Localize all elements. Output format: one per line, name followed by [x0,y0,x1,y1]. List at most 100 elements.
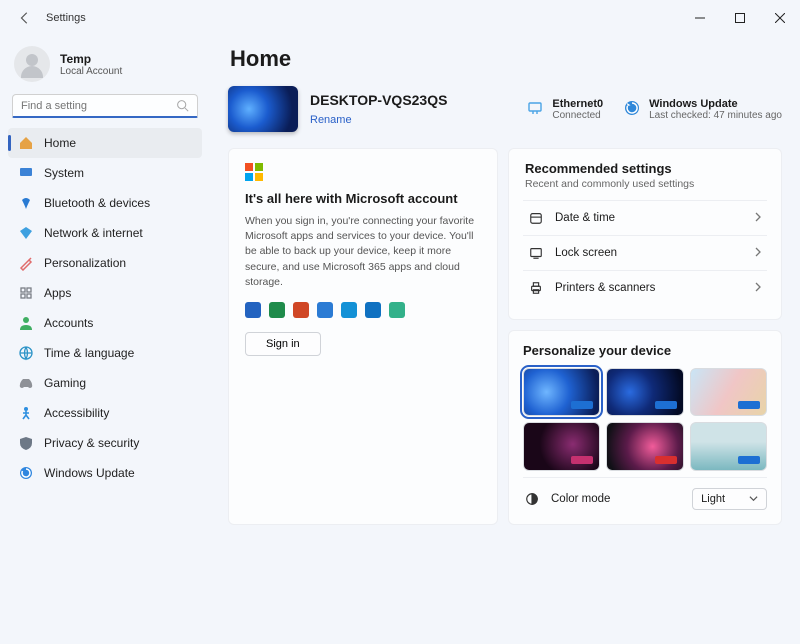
main-content: Home DESKTOP-VQS23QS Rename [210,36,800,644]
sidebar-item-personalization[interactable]: Personalization [8,248,202,278]
sidebar-item-privacy-security[interactable]: Privacy & security [8,428,202,458]
sidebar-item-system[interactable]: System [8,158,202,188]
personalize-card: Personalize your device [508,330,782,525]
user-block[interactable]: Temp Local Account [6,40,204,92]
color-mode-icon [523,492,541,506]
theme-option-5[interactable] [606,422,683,470]
device-thumbnail[interactable] [228,86,298,132]
lock-screen-icon [527,246,545,260]
sidebar-item-label: Personalization [44,256,126,270]
clock-icon [527,211,545,225]
titlebar: Settings [0,0,800,36]
sidebar-item-accounts[interactable]: Accounts [8,308,202,338]
nav-list: Home System Bluetooth & devices Network & i… [6,128,204,488]
sidebar-item-label: Gaming [44,376,86,390]
recommended-title: Recommended settings [525,161,765,176]
family-icon [389,302,405,318]
sidebar-item-icon [18,375,34,391]
chevron-right-icon [753,282,763,295]
color-mode-select[interactable]: Light [692,488,767,510]
theme-option-2[interactable] [606,368,683,416]
windows-update-icon [623,99,641,117]
color-mode-label: Color mode [551,493,610,505]
color-mode-row: Color mode Light [523,477,767,510]
network-title: Ethernet0 [552,98,603,110]
sidebar-item-icon [18,255,34,271]
sidebar-item-label: Accounts [44,316,93,330]
defender-icon [317,302,333,318]
recommended-item-printers[interactable]: Printers & scanners [523,270,767,305]
recommended-item-label: Lock screen [555,247,617,259]
ethernet-icon [526,99,544,117]
chevron-down-icon [749,494,758,503]
theme-option-4[interactable] [523,422,600,470]
page-title: Home [230,46,782,72]
sidebar-item-label: Bluetooth & devices [44,196,150,210]
sidebar-item-label: Time & language [44,346,134,360]
sidebar-item-bluetooth-devices[interactable]: Bluetooth & devices [8,188,202,218]
device-header: DESKTOP-VQS23QS Rename Ethernet0 Connect… [228,86,782,132]
excel-icon [269,302,285,318]
window-controls [680,3,800,33]
sidebar-item-label: System [44,166,84,180]
sidebar-item-network-internet[interactable]: Network & internet [8,218,202,248]
ms-account-card: It's all here with Microsoft account Whe… [228,148,498,525]
minimize-button[interactable] [680,3,720,33]
search-input[interactable] [21,100,176,112]
onedrive-icon [341,302,357,318]
microsoft-logo-icon [245,163,481,181]
ms-app-icons [245,302,481,318]
sidebar-item-label: Apps [44,286,71,300]
theme-option-6[interactable] [690,422,767,470]
recommended-item-date-time[interactable]: Date & time [523,200,767,235]
chevron-right-icon [753,247,763,260]
theme-option-3[interactable] [690,368,767,416]
back-button[interactable] [10,3,40,33]
maximize-button[interactable] [720,3,760,33]
word-icon [245,302,261,318]
sidebar-item-label: Network & internet [44,226,143,240]
ms-card-body: When you sign in, you're connecting your… [245,214,481,290]
theme-option-1[interactable] [523,368,600,416]
sidebar-item-icon [18,315,34,331]
settings-window: Settings Temp Local Account [0,0,800,644]
update-status[interactable]: Windows Update Last checked: 47 minutes … [623,98,782,121]
sidebar-item-gaming[interactable]: Gaming [8,368,202,398]
network-status[interactable]: Ethernet0 Connected [526,98,603,121]
search-box[interactable] [12,94,198,118]
sidebar-item-icon [18,225,34,241]
sidebar-item-label: Windows Update [44,466,135,480]
close-button[interactable] [760,3,800,33]
printer-icon [527,281,545,295]
recommended-item-label: Printers & scanners [555,282,655,294]
sidebar-item-apps[interactable]: Apps [8,278,202,308]
recommended-card: Recommended settings Recent and commonly… [508,148,782,320]
sidebar-item-icon [18,465,34,481]
sidebar-item-icon [18,195,34,211]
powerpoint-icon [293,302,309,318]
sidebar-item-icon [18,285,34,301]
device-name: DESKTOP-VQS23QS [310,92,447,108]
search-icon [176,99,189,112]
sidebar-item-label: Accessibility [44,406,109,420]
avatar [14,46,50,82]
outlook-icon [365,302,381,318]
sidebar-item-label: Home [44,136,76,150]
rename-link[interactable]: Rename [310,114,447,126]
sidebar-item-label: Privacy & security [44,436,139,450]
sidebar: Temp Local Account Home System Bluetooth &… [0,36,210,644]
recommended-item-label: Date & time [555,212,615,224]
recommended-subtitle: Recent and commonly used settings [525,178,765,190]
sign-in-button[interactable]: Sign in [245,332,321,356]
update-title: Windows Update [649,98,782,110]
sidebar-item-windows-update[interactable]: Windows Update [8,458,202,488]
color-mode-value: Light [701,493,725,505]
sidebar-item-icon [18,435,34,451]
user-name: Temp [60,52,122,66]
recommended-item-lock-screen[interactable]: Lock screen [523,235,767,270]
sidebar-item-accessibility[interactable]: Accessibility [8,398,202,428]
sidebar-item-time-language[interactable]: Time & language [8,338,202,368]
ms-card-title: It's all here with Microsoft account [245,191,481,206]
user-type: Local Account [60,66,122,77]
sidebar-item-home[interactable]: Home [8,128,202,158]
